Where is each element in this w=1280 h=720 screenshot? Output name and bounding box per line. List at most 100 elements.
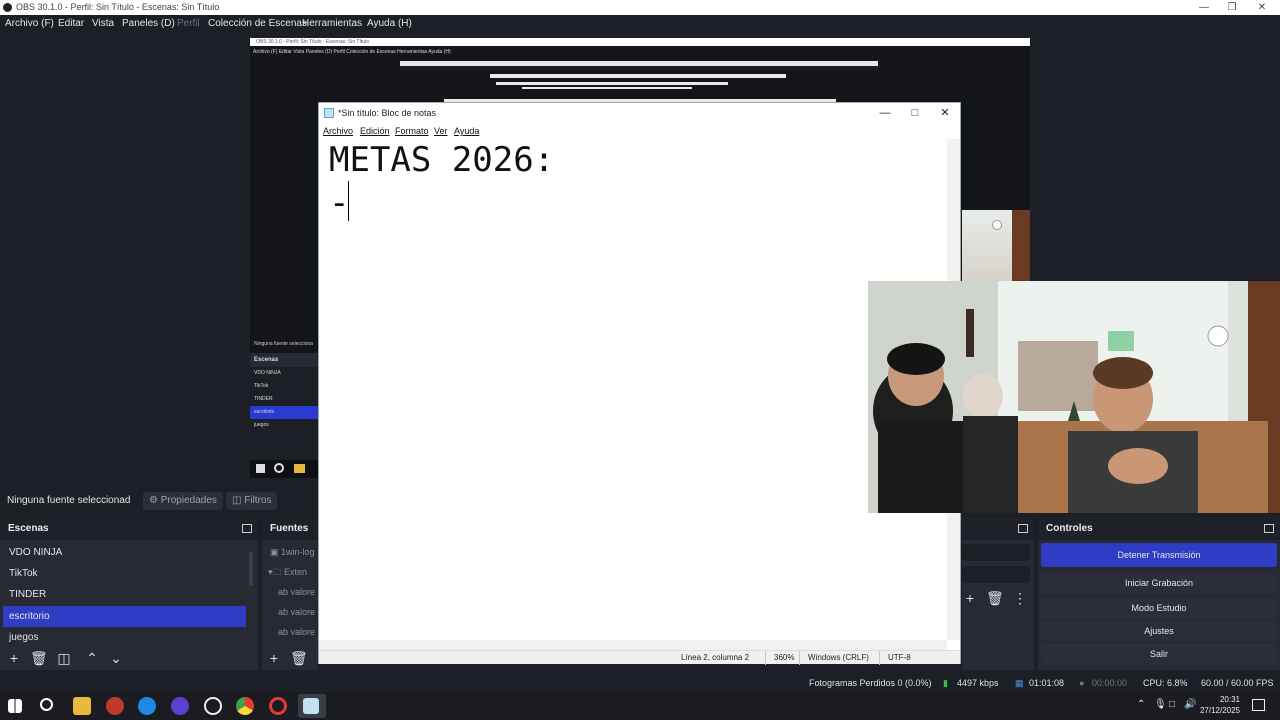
menu-paneles[interactable]: Paneles (D) xyxy=(122,15,175,33)
mixer-add-icon[interactable]: + xyxy=(962,590,978,606)
discord-icon[interactable] xyxy=(171,697,189,715)
stream-icon: ▦ xyxy=(1015,678,1024,688)
stream-time: 01:01:08 xyxy=(1029,678,1065,688)
add-scene-icon[interactable]: + xyxy=(6,650,22,666)
notepad-horizontal-scrollbar[interactable] xyxy=(319,640,947,650)
folder-icon: ▾🗀 xyxy=(268,567,285,577)
remove-source-icon[interactable]: 🗑 xyxy=(290,650,308,666)
clock[interactable]: 20:31 27/12/2025 xyxy=(1200,694,1240,716)
zoom-level: 360% xyxy=(765,651,794,665)
mixer-more-icon[interactable]: ⋮ xyxy=(1012,590,1028,606)
notifications-icon[interactable] xyxy=(1252,699,1265,711)
start-icon[interactable] xyxy=(8,699,22,713)
scene-filters-icon[interactable]: ◫ xyxy=(56,650,72,666)
minimize-icon[interactable]: — xyxy=(1192,0,1216,15)
mixer-field[interactable] xyxy=(962,566,1030,583)
filters-label: Filtros xyxy=(244,495,272,506)
chrome-icon[interactable] xyxy=(236,697,254,715)
scenes-scrollbar[interactable] xyxy=(249,552,253,586)
start-recording-button[interactable]: Iniciar Grabación xyxy=(1041,573,1277,593)
close-icon[interactable]: ✕ xyxy=(1250,0,1274,15)
filter-icon: ◫ xyxy=(232,495,245,506)
remove-scene-icon[interactable]: 🗑 xyxy=(30,650,48,666)
notepad-menu-formato[interactable]: Formato xyxy=(395,123,429,139)
gear-icon: ⚙ xyxy=(149,495,161,506)
properties-button[interactable]: ⚙ Propiedades xyxy=(143,492,223,510)
notepad-titlebar: *Sin título: Bloc de notas — □ ✕ xyxy=(319,103,960,123)
restore-icon[interactable]: ❐ xyxy=(1220,0,1244,15)
notepad-menu-ver[interactable]: Ver xyxy=(434,123,448,139)
move-up-icon[interactable]: ⌃ xyxy=(84,650,100,666)
preview-titlebar: OBS 30.1.0 - Perfil: Sin Título - Escena… xyxy=(250,38,1030,46)
studio-mode-button[interactable]: Modo Estudio xyxy=(1041,598,1277,618)
nested-menubar xyxy=(400,66,878,70)
file-explorer-icon[interactable] xyxy=(73,697,91,715)
scene-item-vdo-ninja[interactable]: VDO NINJA xyxy=(3,542,246,563)
obs-window-title: OBS 30.1.0 - Perfil: Sin Título - Escena… xyxy=(16,2,220,12)
dock-undock-icon[interactable] xyxy=(1018,524,1028,533)
preview-search-icon xyxy=(274,463,284,473)
menu-perfil[interactable]: Perfil xyxy=(177,15,200,33)
menu-vista[interactable]: Vista xyxy=(92,15,114,33)
dock-undock-icon[interactable] xyxy=(1264,524,1274,533)
nested-titlebar-4 xyxy=(522,87,692,89)
sources-dock-header: Fuentes xyxy=(262,518,318,540)
text-source-icon: ab xyxy=(278,587,291,597)
source-group[interactable]: ▾🗀 Exten xyxy=(268,562,307,582)
menu-ayuda[interactable]: Ayuda (H) xyxy=(367,15,412,33)
windows-taskbar: ⌃ 🎙 □ 🔊 20:31 27/12/2025 xyxy=(0,692,1280,720)
source-item[interactable]: ab valore xyxy=(278,582,315,602)
notepad-menu-archivo[interactable]: Archivo xyxy=(323,123,353,139)
search-icon[interactable] xyxy=(40,698,53,711)
cursor-position: Línea 2, columna 2 xyxy=(681,653,750,662)
app-icon[interactable] xyxy=(106,697,124,715)
source-item[interactable]: ▣ 1win-log xyxy=(270,542,315,562)
desktop: OBS 30.1.0 - Perfil: Sin Título - Escena… xyxy=(0,0,1280,720)
notepad-menu-edicion[interactable]: Edición xyxy=(360,123,390,139)
menu-herramientas[interactable]: Herramientas xyxy=(302,15,362,33)
source-item[interactable]: ab valore xyxy=(278,602,315,622)
opera-icon[interactable] xyxy=(269,697,287,715)
controls-title: Controles xyxy=(1046,523,1093,534)
mixer-field[interactable] xyxy=(962,544,1030,561)
bitrate: 4497 kbps xyxy=(957,678,999,688)
scenes-dock: Escenas VDO NINJA TikTok TINDER escritor… xyxy=(0,518,258,670)
chevron-up-icon[interactable]: ⌃ xyxy=(1137,699,1145,710)
settings-button[interactable]: Ajustes xyxy=(1041,621,1277,641)
preview-scene-item: TINDER xyxy=(254,396,273,402)
obs-logo-icon xyxy=(3,3,12,12)
scene-item-juegos[interactable]: juegos xyxy=(3,627,246,648)
exit-button[interactable]: Salir xyxy=(1041,644,1277,664)
move-down-icon[interactable]: ⌄ xyxy=(108,650,124,666)
menu-editar[interactable]: Editar xyxy=(58,15,84,33)
menu-archivo[interactable]: Archivo (F) xyxy=(5,15,54,33)
notepad-window[interactable]: *Sin título: Bloc de notas — □ ✕ Archivo… xyxy=(318,102,961,665)
preview-webcam-frame xyxy=(962,210,1030,282)
network-icon[interactable]: □ xyxy=(1169,699,1175,710)
fps: 60.00 / 60.00 FPS xyxy=(1201,678,1274,688)
notepad-menu-ayuda[interactable]: Ayuda xyxy=(454,123,479,139)
stop-streaming-button[interactable]: Detener Transmisión xyxy=(1041,543,1277,567)
dropped-frames: Fotogramas Perdidos 0 (0.0%) xyxy=(809,678,932,688)
mixer-remove-icon[interactable]: 🗑 xyxy=(986,590,1004,606)
obs-icon[interactable] xyxy=(204,697,222,715)
add-source-icon[interactable]: + xyxy=(266,650,282,666)
scene-item-escritorio[interactable]: escritorio xyxy=(3,606,246,627)
notepad-text-area[interactable]: METAS 2026: - xyxy=(329,139,939,639)
menu-coleccion-escenas[interactable]: Colección de Escenas xyxy=(208,15,307,33)
notepad-minimize-icon[interactable]: — xyxy=(870,103,900,123)
edge-icon[interactable] xyxy=(138,697,156,715)
notepad-close-icon[interactable]: ✕ xyxy=(930,103,960,123)
microphone-icon[interactable]: 🎙 xyxy=(1154,699,1167,710)
scene-item-tiktok[interactable]: TikTok xyxy=(3,563,246,584)
volume-icon[interactable]: 🔊 xyxy=(1184,699,1196,710)
scene-item-tinder[interactable]: TINDER xyxy=(3,584,246,605)
notepad-title: *Sin título: Bloc de notas xyxy=(338,108,437,118)
source-item[interactable]: ab valore xyxy=(278,622,315,642)
preview-no-source: Ninguna fuente selecciona xyxy=(254,341,313,347)
dock-undock-icon[interactable] xyxy=(242,524,252,533)
sources-dock: Fuentes ▣ 1win-log ▾🗀 Exten ab valore ab… xyxy=(262,518,318,670)
filters-button[interactable]: ◫ Filtros xyxy=(226,492,278,510)
notepad-maximize-icon[interactable]: □ xyxy=(900,103,930,123)
record-time: 00:00:00 xyxy=(1092,678,1128,688)
